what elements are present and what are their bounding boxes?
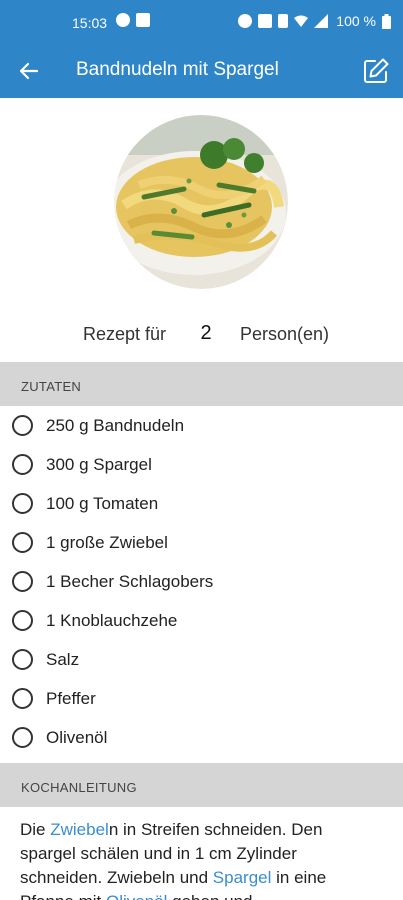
ingredient-list: 250 g Bandnudeln 300 g Spargel 100 g Tom… [0, 406, 403, 757]
back-button[interactable] [14, 57, 44, 85]
ingredient-item[interactable]: Olivenöl [0, 718, 403, 757]
ingredient-checkbox[interactable] [12, 415, 33, 436]
ingredient-label: 1 Becher Schlagobers [46, 572, 214, 591]
ingredient-label: Salz [46, 650, 80, 669]
servings-label: Rezept für [83, 324, 167, 344]
instructions-header-label: KOCHANLEITUNG [21, 780, 137, 795]
ingredients-header: ZUTATEN [0, 362, 403, 406]
wifi-icon [294, 15, 309, 27]
instructions-text-segment: geben und [167, 892, 252, 900]
servings-count[interactable]: 2 [194, 322, 218, 345]
ingredient-label: 1 Knoblauchzehe [46, 611, 178, 630]
ingredient-checkbox[interactable] [12, 727, 33, 748]
image-icon [136, 13, 150, 27]
ingredient-checkbox[interactable] [12, 610, 33, 631]
edit-icon [364, 58, 389, 83]
status-bar: 15:03 100 % [0, 0, 403, 44]
battery-text: 100 % [336, 13, 376, 29]
recipe-photo [114, 115, 288, 289]
alarm-icon [238, 14, 253, 28]
ingredient-label: 300 g Spargel [46, 455, 152, 474]
ingredient-item[interactable]: 100 g Tomaten [0, 484, 403, 523]
edit-button[interactable] [360, 55, 392, 87]
nfc-icon [258, 14, 273, 28]
signal-icon [314, 14, 329, 28]
ingredient-label: Pfeffer [46, 689, 96, 708]
ingredient-checkbox[interactable] [12, 649, 33, 670]
servings-row: Rezept für 2 Person(en) [0, 320, 403, 350]
instructions-header: KOCHANLEITUNG [0, 763, 403, 807]
ingredient-checkbox[interactable] [12, 493, 33, 514]
ingredient-checkbox[interactable] [12, 571, 33, 592]
ingredient-label: 1 große Zwiebel [46, 533, 168, 552]
instructions-text-segment: Die [20, 820, 51, 839]
ingredient-item[interactable]: 1 Becher Schlagobers [0, 562, 403, 601]
ingredient-item[interactable]: 250 g Bandnudeln [0, 406, 403, 445]
vibrate-icon [278, 14, 289, 28]
ingredient-link[interactable]: Zwiebel [50, 820, 109, 839]
ingredient-item[interactable]: 1 Knoblauchzehe [0, 601, 403, 640]
recipe-image [114, 115, 288, 289]
ingredient-item[interactable]: Salz [0, 640, 403, 679]
ingredient-item[interactable]: 1 große Zwiebel [0, 523, 403, 562]
instructions-text: Die Zwiebeln in Streifen schneiden. Den … [20, 818, 380, 900]
ingredient-label: 100 g Tomaten [46, 494, 159, 513]
ingredient-link[interactable]: Olivenöl [106, 892, 167, 900]
ingredients-header-label: ZUTATEN [21, 379, 82, 394]
app-bar: Bandnudeln mit Spargel [0, 44, 403, 98]
arrow-left-icon [19, 62, 39, 80]
battery-icon [382, 13, 391, 29]
ingredient-item[interactable]: Pfeffer [0, 679, 403, 718]
ingredient-label: 250 g Bandnudeln [46, 416, 185, 435]
servings-unit-label: Person(en) [240, 324, 330, 344]
ingredient-link[interactable]: Spargel [213, 868, 272, 887]
notification-p-icon [116, 13, 130, 27]
ingredient-label: Olivenöl [46, 728, 108, 747]
ingredient-checkbox[interactable] [12, 532, 33, 553]
status-time: 15:03 [72, 15, 108, 31]
ingredient-checkbox[interactable] [12, 688, 33, 709]
page-title: Bandnudeln mit Spargel [76, 59, 279, 80]
ingredient-checkbox[interactable] [12, 454, 33, 475]
ingredient-item[interactable]: 300 g Spargel [0, 445, 403, 484]
